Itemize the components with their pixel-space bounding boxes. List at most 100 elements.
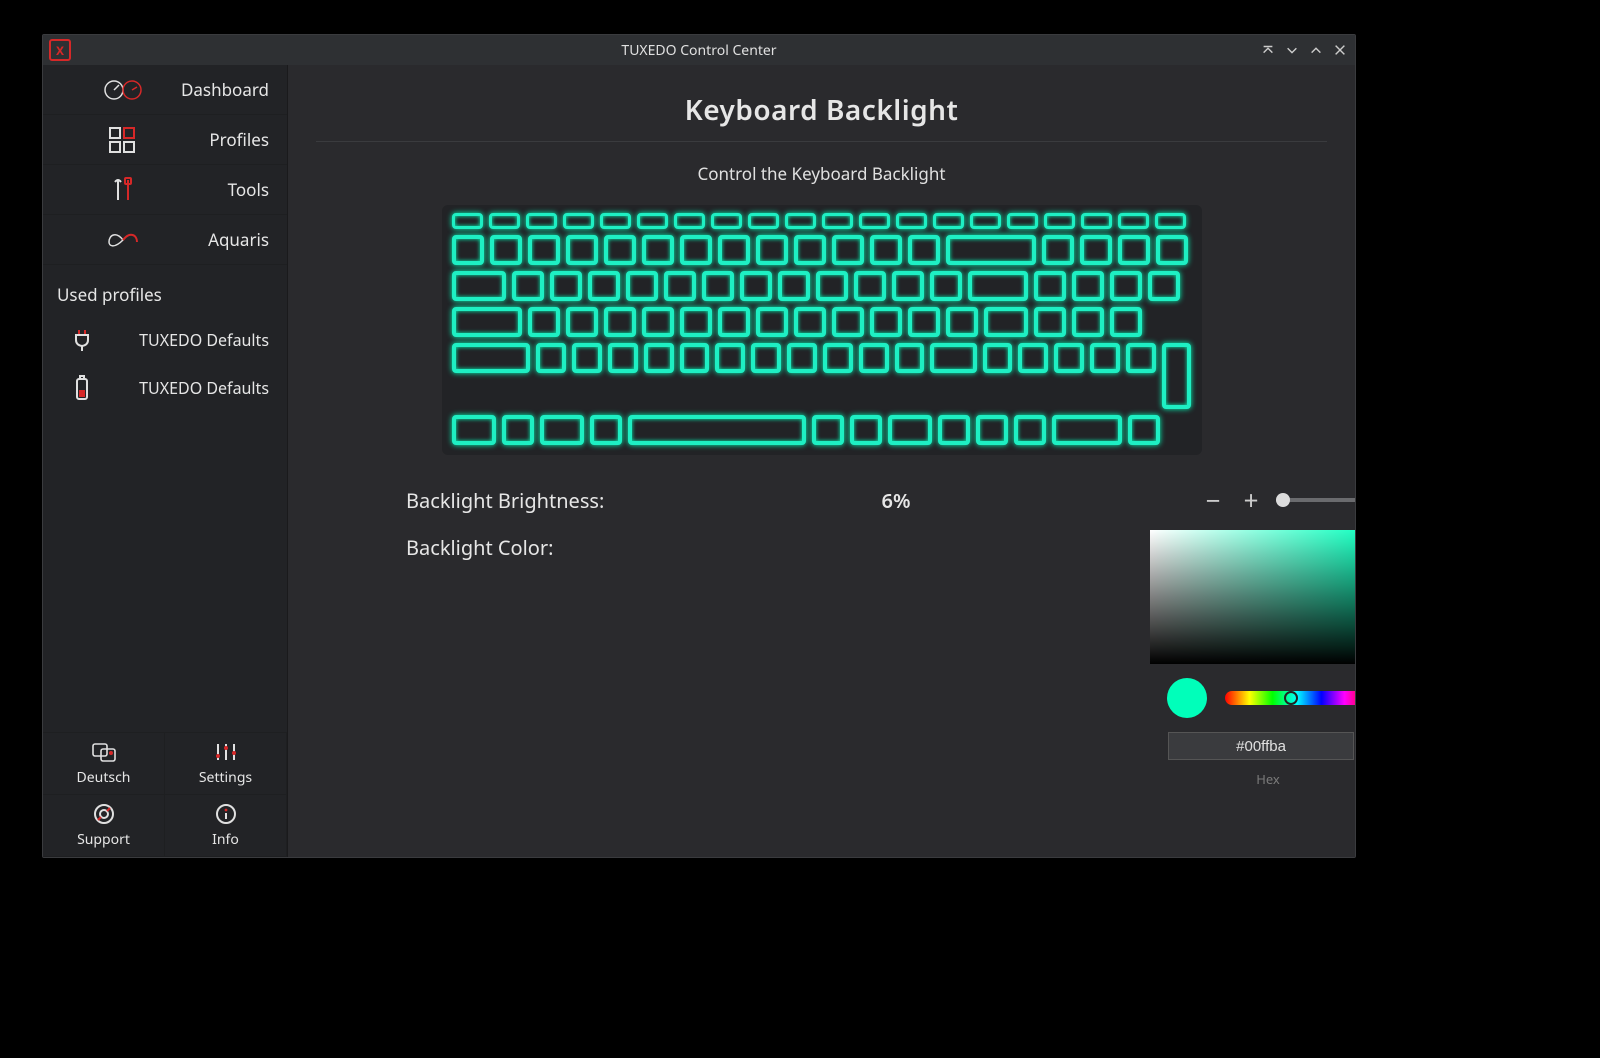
brightness-slider-thumb[interactable]	[1276, 493, 1290, 507]
keyboard-key[interactable]	[608, 343, 638, 373]
keyboard-key[interactable]	[711, 213, 742, 229]
keyboard-key[interactable]	[895, 343, 925, 373]
keyboard-key[interactable]	[930, 343, 976, 373]
profile-item-ac[interactable]: TUXEDO Defaults	[43, 316, 287, 364]
keyboard-key[interactable]	[888, 415, 932, 445]
keyboard-key[interactable]	[1128, 415, 1160, 445]
keyboard-key[interactable]	[970, 213, 1001, 229]
keyboard-key[interactable]	[490, 235, 522, 265]
keyboard-key[interactable]	[674, 213, 705, 229]
keyboard-key[interactable]	[702, 271, 734, 301]
keyboard-key[interactable]	[822, 213, 853, 229]
keyboard-key[interactable]	[816, 271, 848, 301]
keyboard-key[interactable]	[778, 271, 810, 301]
brightness-slider[interactable]	[1276, 498, 1355, 502]
keyboard-key[interactable]	[642, 307, 674, 337]
keyboard-key[interactable]	[908, 307, 940, 337]
keyboard-key[interactable]	[644, 343, 674, 373]
keyboard-key[interactable]	[892, 271, 924, 301]
keyboard-key[interactable]	[550, 271, 582, 301]
keyboard-key[interactable]	[540, 415, 584, 445]
window-close-button[interactable]	[1329, 39, 1351, 61]
keyboard-key[interactable]	[859, 213, 890, 229]
keyboard-key[interactable]	[1044, 213, 1075, 229]
keyboard-key[interactable]	[1014, 415, 1046, 445]
profile-item-battery[interactable]: TUXEDO Defaults	[43, 364, 287, 412]
keyboard-key[interactable]	[1052, 415, 1122, 445]
keyboard-key[interactable]	[680, 343, 710, 373]
keyboard-key[interactable]	[718, 307, 750, 337]
sidebar-item-dashboard[interactable]: Dashboard	[43, 65, 287, 115]
keyboard-key[interactable]	[452, 307, 522, 337]
keyboard-key[interactable]	[680, 307, 712, 337]
color-saturation-value-field[interactable]	[1150, 530, 1355, 664]
keyboard-key[interactable]	[563, 213, 594, 229]
keyboard-key[interactable]	[946, 235, 1036, 265]
color-hex-input[interactable]	[1168, 732, 1354, 760]
keyboard-preview[interactable]	[442, 205, 1202, 455]
keyboard-key[interactable]	[626, 271, 658, 301]
info-button[interactable]: Info	[165, 795, 287, 857]
window-maximize-button[interactable]	[1305, 39, 1327, 61]
keyboard-key[interactable]	[566, 307, 598, 337]
keyboard-key[interactable]	[1110, 307, 1142, 337]
keyboard-key[interactable]	[1042, 235, 1074, 265]
keyboard-key[interactable]	[756, 307, 788, 337]
brightness-increase-button[interactable]: +	[1238, 487, 1264, 513]
keyboard-key[interactable]	[968, 271, 1028, 301]
window-minimize-button[interactable]	[1281, 39, 1303, 61]
keyboard-key[interactable]	[1054, 343, 1084, 373]
keyboard-key[interactable]	[1034, 307, 1066, 337]
keyboard-key[interactable]	[785, 213, 816, 229]
keyboard-key[interactable]	[1007, 213, 1038, 229]
sidebar-item-tools[interactable]: Tools	[43, 165, 287, 215]
keyboard-key[interactable]	[930, 271, 962, 301]
keyboard-key[interactable]	[566, 235, 598, 265]
keyboard-key[interactable]	[1118, 213, 1149, 229]
keyboard-key[interactable]	[1018, 343, 1048, 373]
keyboard-key[interactable]	[452, 271, 506, 301]
keyboard-key[interactable]	[528, 307, 560, 337]
sidebar-item-profiles[interactable]: Profiles	[43, 115, 287, 165]
keyboard-key[interactable]	[1148, 271, 1180, 301]
keyboard-key[interactable]	[1081, 213, 1112, 229]
keyboard-key[interactable]	[637, 213, 668, 229]
brightness-decrease-button[interactable]: −	[1200, 487, 1226, 513]
keyboard-key[interactable]	[983, 343, 1013, 373]
keyboard-key[interactable]	[1156, 235, 1188, 265]
keyboard-key[interactable]	[787, 343, 817, 373]
keyboard-key[interactable]	[502, 415, 534, 445]
keyboard-key[interactable]	[812, 415, 844, 445]
keyboard-key[interactable]	[870, 307, 902, 337]
keyboard-key[interactable]	[604, 307, 636, 337]
keyboard-key[interactable]	[680, 235, 712, 265]
keyboard-key[interactable]	[1072, 307, 1104, 337]
keyboard-key[interactable]	[794, 307, 826, 337]
keyboard-key[interactable]	[908, 235, 940, 265]
keyboard-key[interactable]	[794, 235, 826, 265]
keyboard-key[interactable]	[859, 343, 889, 373]
keyboard-key[interactable]	[1080, 235, 1112, 265]
keyboard-key[interactable]	[854, 271, 886, 301]
settings-button[interactable]: Settings	[165, 733, 287, 795]
keyboard-key[interactable]	[588, 271, 620, 301]
keyboard-key[interactable]	[946, 307, 978, 337]
keyboard-key[interactable]	[938, 415, 970, 445]
keyboard-key[interactable]	[452, 343, 531, 373]
sidebar-item-aquaris[interactable]: Aquaris	[43, 215, 287, 265]
keyboard-key[interactable]	[628, 415, 806, 445]
color-hue-handle[interactable]	[1284, 691, 1298, 705]
keyboard-key[interactable]	[664, 271, 696, 301]
keyboard-key[interactable]	[572, 343, 602, 373]
keyboard-key[interactable]	[600, 213, 631, 229]
keyboard-key[interactable]	[748, 213, 779, 229]
keyboard-key[interactable]	[832, 235, 864, 265]
keyboard-key[interactable]	[896, 213, 927, 229]
keyboard-key[interactable]	[1110, 271, 1142, 301]
keyboard-key-numpad-enter[interactable]	[1162, 343, 1192, 409]
support-button[interactable]: Support	[43, 795, 165, 857]
keyboard-key[interactable]	[976, 415, 1008, 445]
keyboard-key[interactable]	[718, 235, 750, 265]
keyboard-key[interactable]	[870, 235, 902, 265]
titlebar[interactable]: X TUXEDO Control Center	[43, 35, 1355, 65]
